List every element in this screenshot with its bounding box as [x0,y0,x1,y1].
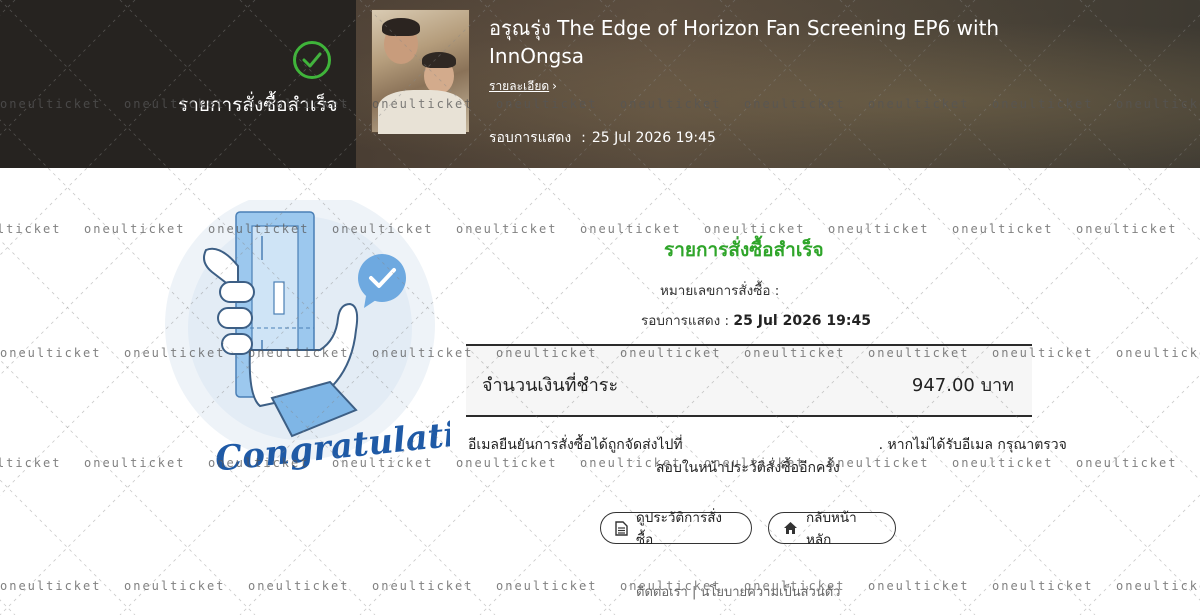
watermark-text: oneulticket [828,456,929,470]
watermark-text: oneulticket [372,579,473,593]
watermark-text: oneulticket [124,579,225,593]
watermark-text: oneulticket [868,579,969,593]
watermark-text: oneulticket [248,579,349,593]
order-status-panel: รายการสั่งซื้อสำเร็จ [0,0,356,168]
home-icon [783,521,798,535]
order-number-label: หมายเลขการสั่งซื้อ : [660,283,780,299]
order-history-button-label[interactable]: ดูประวัติการสั่งซื้อ [636,506,737,550]
watermark-text: oneulticket [456,222,557,236]
event-banner: รายการสั่งซื้อสำเร็จ อรุณรุ่ง The Edge o… [0,0,1200,168]
amount-value: 947.00 บาท [911,375,1014,396]
divider-bottom [466,415,1032,417]
watermark-text: oneulticket [0,456,61,470]
watermark-text: oneulticket [580,222,681,236]
back-home-button[interactable]: กลับหน้าหลัก [768,510,896,548]
email-note-before: อีเมลยืนยันการสั่งซื้อได้ถูกจัดส่งไปที่ [468,437,683,453]
event-title: อรุณรุ่ง The Edge of Horizon Fan Screeni… [489,16,1000,68]
order-status-label: รายการสั่งซื้อสำเร็จ [178,94,338,116]
watermark-text: oneulticket [496,579,597,593]
amount-label: จำนวนเงินที่ชำระ [482,375,619,396]
event-poster [371,9,470,134]
amount-box: จำนวนเงินที่ชำระ 947.00 บาท [466,346,1032,415]
order-success-title: รายการสั่งซื้อสำเร็จ [664,239,824,261]
show-round-label: รอบการแสดง : [641,313,730,329]
event-detail-link[interactable]: รายละเอียด › [489,77,557,96]
email-note-after: . หากไม่ได้รับอีเมล กรุณาตรวจ [878,437,1067,453]
order-history-button[interactable]: ดูประวัติการสั่งซื้อ [600,510,752,548]
watermark-text: oneulticket [952,222,1053,236]
email-confirmation-note: อีเมลยืนยันการสั่งซื้อได้ถูกจัดส่งไปที่.… [468,434,1067,456]
watermark-text: oneulticket [828,222,929,236]
show-time-row: รอบการแสดง:25 Jul 2026 19:45 [489,130,716,146]
watermark-text: oneulticket [1116,579,1200,593]
show-round-row: รอบการแสดง : 25 Jul 2026 19:45 [641,309,871,331]
chevron-right-icon: › [552,79,557,93]
watermark-text: oneulticket [952,456,1053,470]
watermark-text: oneulticket [1076,456,1177,470]
watermark-text: oneulticket [704,222,805,236]
watermark-text: oneulticket [0,222,61,236]
event-detail-link-label[interactable]: รายละเอียด [489,79,549,93]
document-icon [615,520,628,536]
order-number-row: หมายเลขการสั่งซื้อ : [660,279,779,301]
show-round-value: 25 Jul 2026 19:45 [733,313,871,329]
footer-links[interactable]: ติดต่อเรา | นโยบายความเป็นส่วนตัว [636,581,840,602]
back-home-button-label[interactable]: กลับหน้าหลัก [806,506,881,550]
watermark-text: oneulticket [992,579,1093,593]
watermark-text: oneulticket [1076,222,1177,236]
watermark-text: oneulticket [0,346,101,360]
show-time-value: 25 Jul 2026 19:45 [591,130,716,146]
congratulations-illustration: Congratulations [160,190,524,500]
show-time-label: รอบการแสดง [489,130,572,146]
watermark-text: oneulticket [456,456,557,470]
watermark-text: oneulticket [0,579,101,593]
watermark-text: oneulticket [1116,346,1200,360]
email-note-line2: สอบในหน้าประวัติสั่งซื้ออีกครั้ง [656,460,840,476]
check-circle-icon [293,41,331,79]
